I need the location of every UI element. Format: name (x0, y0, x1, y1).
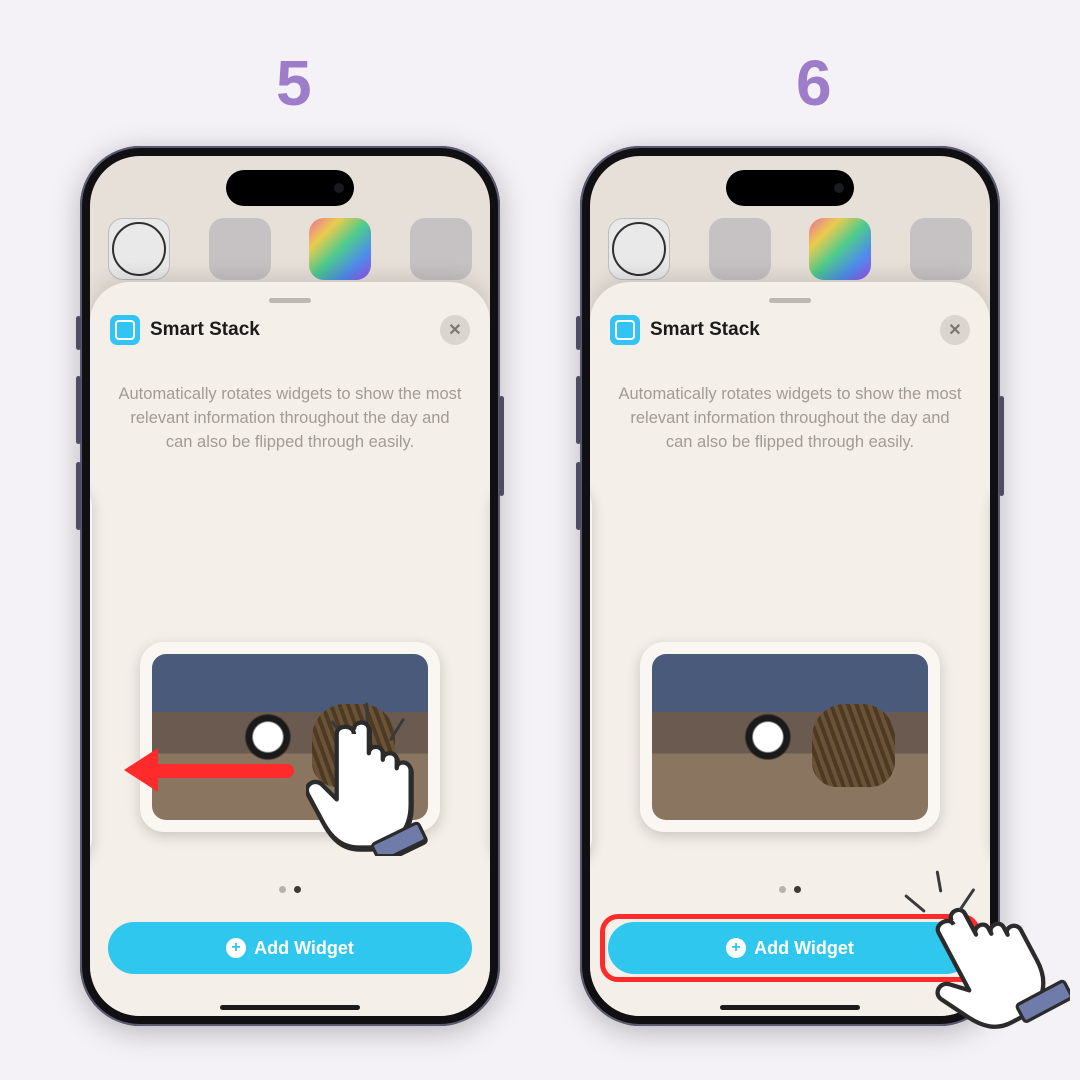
swipe-left-arrow-icon (124, 756, 294, 784)
phone-side-button (76, 316, 81, 350)
home-indicator[interactable] (720, 1005, 860, 1010)
dynamic-island (726, 170, 854, 206)
add-widget-label: Add Widget (254, 938, 354, 959)
phone-side-button (576, 316, 581, 350)
sheet-description: Automatically rotates widgets to show th… (616, 383, 964, 455)
home-screen-row (90, 218, 490, 292)
tap-hand-icon (920, 880, 1070, 1050)
photo-widget-preview (652, 654, 928, 820)
phone-side-button (576, 376, 581, 444)
phone-side-button (76, 376, 81, 444)
dynamic-island (226, 170, 354, 206)
smart-stack-icon (610, 315, 640, 345)
photos-app-icon (309, 218, 371, 280)
phone-side-button (576, 462, 581, 530)
app-folder-icon (709, 218, 771, 280)
photos-app-icon (809, 218, 871, 280)
app-folder-icon (209, 218, 271, 280)
sheet-title: Smart Stack (650, 319, 930, 341)
sheet-description: Automatically rotates widgets to show th… (116, 383, 464, 455)
add-widget-button[interactable]: + Add Widget (108, 922, 472, 974)
app-folder-icon (410, 218, 472, 280)
smart-stack-icon (110, 315, 140, 345)
plus-circle-icon: + (726, 938, 746, 958)
phone-side-button (499, 396, 504, 496)
close-button[interactable]: ✕ (940, 315, 970, 345)
widget-preview-prev[interactable] (90, 482, 92, 862)
app-folder-icon (910, 218, 972, 280)
step-number-5: 5 (276, 46, 312, 120)
home-screen-row (590, 218, 990, 292)
sheet-grabber[interactable] (269, 298, 311, 303)
page-indicator (90, 880, 490, 898)
tap-hand-icon (306, 704, 436, 854)
step-number-6: 6 (796, 46, 832, 120)
clock-app-icon (608, 218, 670, 280)
close-button[interactable]: ✕ (440, 315, 470, 345)
widget-preview-prev[interactable] (590, 482, 592, 862)
widget-sheet: Smart Stack ✕ Automatically rotates widg… (90, 282, 490, 1016)
add-widget-button[interactable]: + Add Widget (608, 922, 972, 974)
sheet-title: Smart Stack (150, 319, 430, 341)
phone-side-button (999, 396, 1004, 496)
widget-preview-current[interactable] (640, 642, 940, 832)
clock-app-icon (108, 218, 170, 280)
phone-screen: Smart Stack ✕ Automatically rotates widg… (90, 156, 490, 1016)
widget-carousel[interactable] (590, 642, 990, 852)
add-widget-label: Add Widget (754, 938, 854, 959)
plus-circle-icon: + (226, 938, 246, 958)
phone-step-5: Smart Stack ✕ Automatically rotates widg… (80, 146, 500, 1026)
home-indicator[interactable] (220, 1005, 360, 1010)
phone-side-button (76, 462, 81, 530)
sheet-grabber[interactable] (769, 298, 811, 303)
